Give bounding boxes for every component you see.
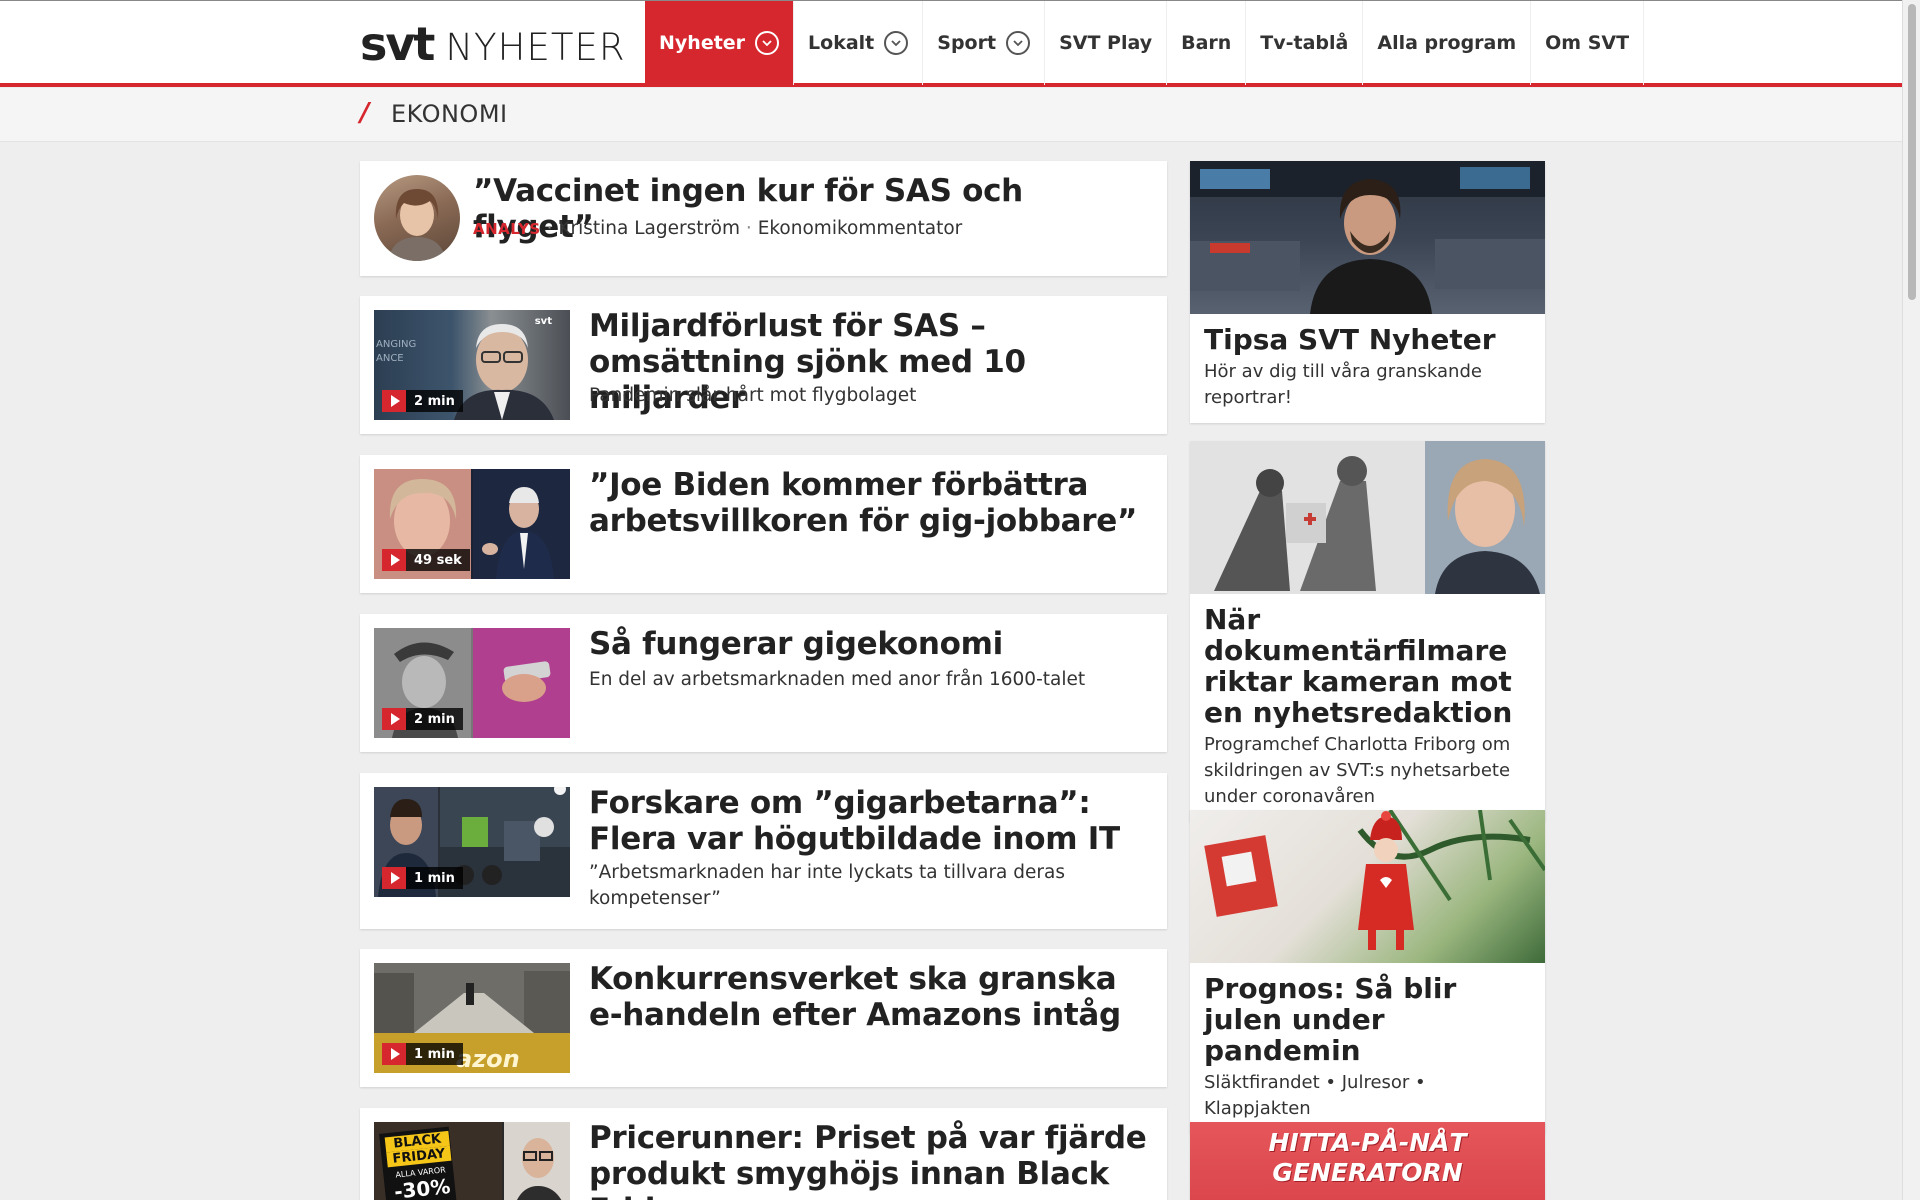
nav-item-alla-program[interactable]: Alla program — [1363, 1, 1532, 85]
video-duration-badge: 1 min — [382, 1043, 463, 1065]
sidebar-card-tipsa[interactable]: Tipsa SVT Nyheter Hör av dig till våra g… — [1190, 161, 1545, 423]
author-avatar — [374, 175, 460, 261]
article-title[interactable]: Så fungerar gigekonomi — [589, 626, 1147, 662]
nav-label: Nyheter — [659, 32, 746, 54]
byline-separator: · — [745, 218, 752, 239]
byline-separator: · — [546, 218, 553, 239]
banner-line-2: GENERATORN — [1272, 1158, 1463, 1187]
sidebar-image — [1190, 161, 1545, 314]
play-icon — [382, 1043, 406, 1065]
section-slash-icon: / — [360, 98, 370, 128]
logo-nyheter: NYHETER — [445, 26, 626, 69]
article-card[interactable]: 49 sek ”Joe Biden kommer förbättra arbet… — [360, 455, 1167, 593]
article-thumbnail[interactable]: azon 1 min — [374, 963, 570, 1073]
play-icon — [382, 708, 406, 730]
generator-banner: HITTA-PÅ-NÅT GENERATORN — [1190, 1128, 1545, 1188]
play-icon — [382, 867, 406, 889]
nav-item-lokalt[interactable]: Lokalt — [794, 1, 924, 85]
article-card[interactable]: BLACK FRIDAY ALLA VAROR -30% Pricerunner… — [360, 1108, 1167, 1200]
article-card[interactable]: 1 min Forskare om ”gigarbetarna”: Flera … — [360, 773, 1167, 929]
nav-item-nyheter[interactable]: Nyheter — [645, 1, 795, 85]
author-role: Ekonomikommentator — [757, 218, 963, 239]
duration-label: 2 min — [414, 393, 455, 409]
scrollbar-thumb[interactable] — [1908, 4, 1916, 300]
nav-label: Barn — [1181, 32, 1232, 54]
nav-label: Sport — [937, 32, 997, 54]
play-icon — [382, 549, 406, 571]
play-icon — [382, 390, 406, 412]
article-title[interactable]: ”Joe Biden kommer förbättra arbetsvillko… — [589, 467, 1147, 539]
banner-line-1: HITTA-PÅ-NÅT — [1268, 1128, 1467, 1157]
sidebar-subtitle: Programchef Charlotta Friborg om skildri… — [1204, 734, 1511, 807]
video-duration-badge: 2 min — [382, 708, 463, 730]
kicker-analys: ANALYS — [473, 220, 541, 238]
main-nav: Nyheter Lokalt Sport SVT Play Barn Tv-ta… — [645, 1, 1645, 85]
sidebar-card-generator[interactable]: HITTA-PÅ-NÅT GENERATORN — [1190, 1122, 1545, 1200]
nav-label: Lokalt — [808, 32, 875, 54]
article-subtitle: ”Arbetsmarknaden har inte lyckats ta til… — [589, 862, 1065, 909]
amazon-brand-text: azon — [456, 1045, 520, 1073]
article-thumbnail[interactable]: 49 sek — [374, 469, 570, 579]
article-card[interactable]: 2 min Så fungerar gigekonomi En del av a… — [360, 614, 1167, 752]
chevron-down-icon[interactable] — [1006, 31, 1031, 55]
article-card[interactable]: ANGING ANCE svt 2 min Miljardförlust för… — [360, 296, 1167, 434]
duration-label: 2 min — [414, 711, 455, 727]
section-title[interactable]: EKONOMI — [391, 100, 508, 128]
author-name: Kristina Lagerström — [558, 218, 741, 239]
nav-label: SVT Play — [1059, 32, 1153, 54]
chevron-down-icon[interactable] — [755, 31, 780, 55]
video-duration-badge: 2 min — [382, 390, 463, 412]
sidebar-title[interactable]: När dokumentärfilmare riktar kameran mot… — [1190, 594, 1545, 732]
duration-label: 1 min — [414, 870, 455, 886]
article-thumbnail[interactable]: ANGING ANCE svt 2 min — [374, 310, 570, 420]
nav-item-om-svt[interactable]: Om SVT — [1531, 1, 1645, 85]
sidebar-card-dokumentar[interactable]: När dokumentärfilmare riktar kameran mot… — [1190, 441, 1545, 822]
chevron-down-icon[interactable] — [884, 31, 909, 55]
article-thumbnail[interactable]: 1 min — [374, 787, 570, 897]
sidebar-subtitle: Hör av dig till våra granskande reportra… — [1204, 361, 1482, 408]
article-title[interactable]: Konkurrensverket ska granska e-handeln e… — [589, 961, 1147, 1033]
sidebar-card-jul[interactable]: Prognos: Så blir julen under pandemin Sl… — [1190, 810, 1545, 1134]
nav-label: Om SVT — [1545, 32, 1630, 54]
article-card-analys[interactable]: ”Vaccinet ingen kur för SAS och flyget” … — [360, 161, 1167, 276]
article-title[interactable]: Pricerunner: Priset på var fjärde produk… — [589, 1120, 1147, 1200]
nav-item-svt-play[interactable]: SVT Play — [1045, 1, 1168, 85]
article-thumbnail[interactable]: 2 min — [374, 628, 570, 738]
nav-item-barn[interactable]: Barn — [1167, 1, 1247, 85]
svt-watermark: svt — [534, 316, 552, 327]
article-card[interactable]: azon 1 min Konkurrensverket ska granska … — [360, 949, 1167, 1087]
logo-svt: svt — [360, 17, 435, 71]
video-duration-badge: 1 min — [382, 867, 463, 889]
sidebar-image — [1190, 441, 1545, 594]
nav-label: Tv-tablå — [1260, 32, 1349, 54]
nav-label: Alla program — [1377, 32, 1517, 54]
page-scrollbar[interactable] — [1902, 0, 1920, 1200]
site-header: svt NYHETER Nyheter Lokalt Sport SVT Pla… — [0, 0, 1902, 87]
video-duration-badge: 49 sek — [382, 549, 470, 571]
sidebar-image — [1190, 810, 1545, 963]
nav-item-sport[interactable]: Sport — [923, 1, 1046, 85]
svt-nyheter-logo[interactable]: svt NYHETER — [360, 17, 626, 71]
article-thumbnail[interactable]: BLACK FRIDAY ALLA VAROR -30% — [374, 1122, 570, 1200]
sidebar-title[interactable]: Prognos: Så blir julen under pandemin — [1190, 963, 1545, 1070]
section-bar: / EKONOMI — [0, 88, 1902, 142]
nav-item-tv-tabla[interactable]: Tv-tablå — [1246, 1, 1364, 85]
duration-label: 1 min — [414, 1046, 455, 1062]
duration-label: 49 sek — [414, 552, 462, 568]
sidebar-title[interactable]: Tipsa SVT Nyheter — [1190, 314, 1545, 359]
article-subtitle: Pandemin slår hårt mot flygbolaget — [589, 385, 917, 406]
article-byline: ANALYS · Kristina Lagerström · Ekonomiko… — [473, 218, 962, 239]
black-friday-sign: BLACK FRIDAY ALLA VAROR -30% — [384, 1130, 456, 1200]
article-title[interactable]: Forskare om ”gigarbetarna”: Flera var hö… — [589, 785, 1147, 857]
article-subtitle: En del av arbetsmarknaden med anor från … — [589, 669, 1086, 690]
